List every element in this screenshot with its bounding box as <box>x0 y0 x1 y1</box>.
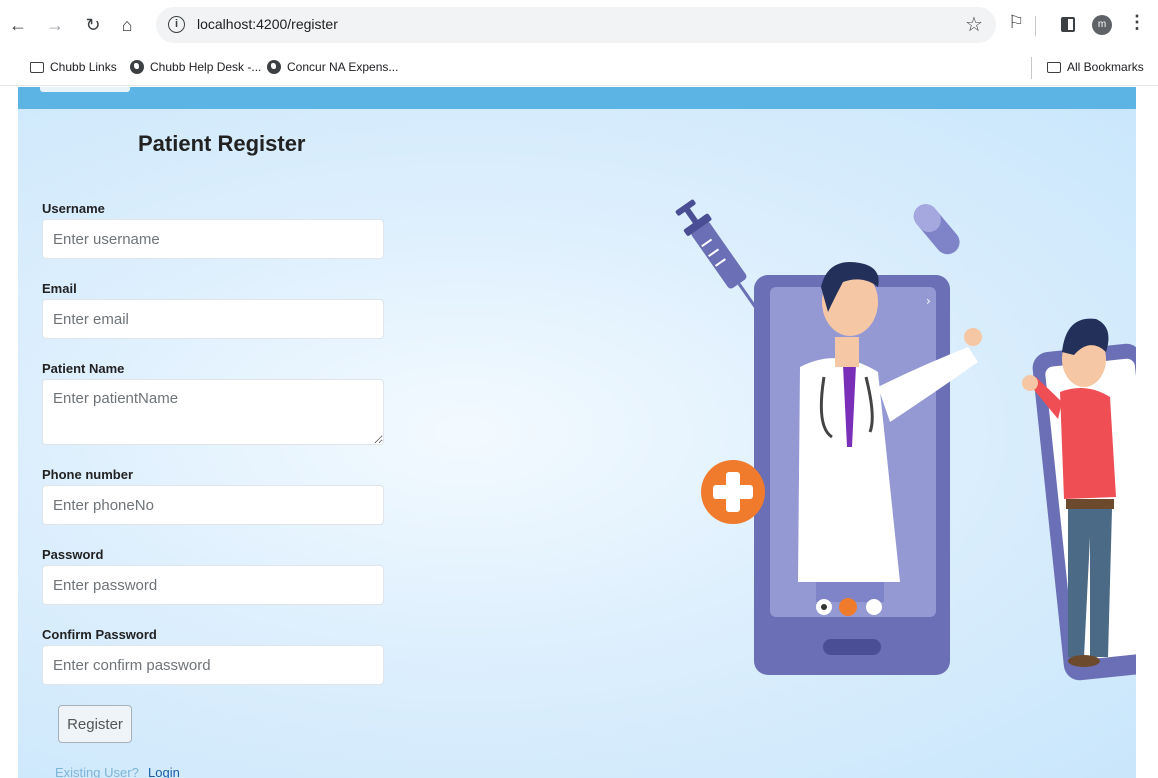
phone-input[interactable] <box>42 485 384 525</box>
email-input[interactable] <box>42 299 384 339</box>
forward-icon[interactable]: → <box>45 13 65 37</box>
back-icon[interactable]: ← <box>8 13 28 37</box>
folder-icon <box>1047 61 1061 73</box>
nav-item[interactable] <box>40 87 130 92</box>
top-nav-bar <box>18 87 1136 109</box>
existing-user-text: Existing User? <box>55 765 139 778</box>
login-link[interactable]: Login <box>148 765 180 778</box>
extensions-icon[interactable]: ⚐ <box>1008 12 1024 33</box>
bookmark-label: Concur NA Expens... <box>287 60 399 74</box>
profile-avatar[interactable]: m <box>1092 15 1112 35</box>
bookmark-chubb-links[interactable]: Chubb Links <box>30 60 117 74</box>
page-title: Patient Register <box>138 131 306 156</box>
address-bar[interactable]: i localhost:4200/register ☆ <box>156 7 996 43</box>
pill-icon <box>913 204 960 255</box>
bookmarks-bar: Chubb Links Chubb Help Desk -... Concur … <box>0 50 1158 86</box>
call-controls <box>816 598 882 616</box>
password-input[interactable] <box>42 565 384 605</box>
confirm-password-label: Confirm Password <box>42 627 157 642</box>
bookmark-label: Chubb Help Desk -... <box>150 60 262 74</box>
more-menu-icon[interactable]: ⋮ <box>1128 12 1146 33</box>
email-label: Email <box>42 281 77 296</box>
svg-text:›: › <box>926 294 931 308</box>
address-url[interactable]: localhost:4200/register <box>197 16 338 32</box>
home-icon[interactable]: ⌂ <box>117 13 137 37</box>
username-input[interactable] <box>42 219 384 259</box>
plus-badge-icon <box>701 460 765 524</box>
bookmark-concur[interactable]: Concur NA Expens... <box>267 60 398 74</box>
globe-icon <box>267 60 281 74</box>
toolbar-divider <box>1035 16 1036 36</box>
confirm-password-input[interactable] <box>42 645 384 685</box>
folder-icon <box>30 61 44 73</box>
patient-name-textarea[interactable] <box>42 379 384 445</box>
phone-label: Phone number <box>42 467 134 482</box>
bookmarks-divider <box>1031 57 1032 79</box>
side-panel-icon[interactable] <box>1061 17 1075 32</box>
page-content: Patient Register Username Email Patient … <box>18 87 1136 778</box>
bookmark-star-icon[interactable]: ☆ <box>965 12 983 37</box>
browser-toolbar: ← → ↻ ⌂ i localhost:4200/register ☆ ⚐ m … <box>0 0 1158 50</box>
globe-icon <box>130 60 144 74</box>
all-bookmarks-label: All Bookmarks <box>1067 60 1144 74</box>
register-button[interactable]: Register <box>58 705 132 743</box>
reload-icon[interactable]: ↻ <box>83 13 103 37</box>
username-label: Username <box>42 201 105 216</box>
bookmark-label: Chubb Links <box>50 60 117 74</box>
bookmark-chubb-help-desk[interactable]: Chubb Help Desk -... <box>130 60 261 74</box>
site-info-icon[interactable]: i <box>168 16 185 33</box>
all-bookmarks[interactable]: All Bookmarks <box>1047 60 1144 74</box>
telemedicine-illustration: › <box>675 199 1136 681</box>
password-label: Password <box>42 547 104 562</box>
patient-name-label: Patient Name <box>42 361 125 376</box>
